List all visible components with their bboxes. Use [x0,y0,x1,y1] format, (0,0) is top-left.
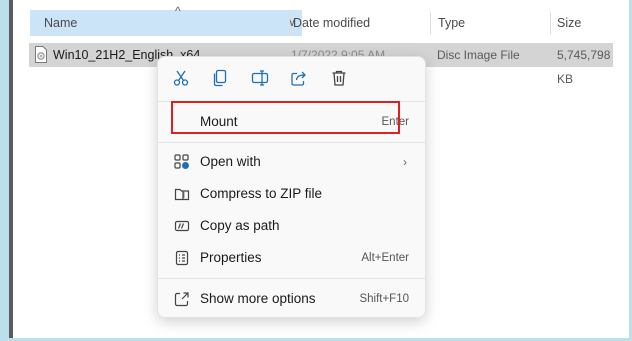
disc-image-file-icon [35,46,47,63]
menu-item-properties-shortcut: Alt+Enter [361,252,409,264]
menu-item-properties[interactable]: Properties Alt+Enter [162,243,421,273]
menu-item-copy-as-path-label: Copy as path [200,218,280,233]
copy-button[interactable] [206,65,234,93]
column-divider[interactable] [550,12,551,34]
menu-item-compress-zip-label: Compress to ZIP file [200,186,323,201]
menu-item-show-more-options[interactable]: Show more options Shift+F10 [162,284,421,314]
show-more-options-icon [174,291,190,307]
column-divider[interactable] [289,12,290,34]
menu-item-open-with[interactable]: Open with › [162,147,421,177]
zip-folder-icon [174,186,190,202]
column-divider[interactable] [430,12,431,34]
copy-path-icon [174,218,190,234]
menu-item-properties-label: Properties [200,250,262,265]
column-header-bar: ^ Name ∨ Date modified Type Size [13,0,629,46]
menu-item-compress-zip[interactable]: Compress to ZIP file [162,179,421,209]
file-type: Disc Image File [437,48,520,62]
rename-button[interactable] [246,65,274,93]
annotation-highlight-box [171,101,400,134]
window-frame-left [0,0,9,341]
sort-ascending-icon: ^ [175,4,181,18]
copy-icon [211,69,229,90]
chevron-right-icon: › [403,155,407,169]
column-header-name[interactable]: ^ Name ∨ [30,4,302,36]
column-header-name-label: Name [44,16,78,30]
trash-icon [330,69,348,90]
share-button[interactable] [285,65,313,93]
cut-button[interactable] [167,65,195,93]
menu-item-show-more-options-label: Show more options [200,291,316,306]
share-icon [290,69,308,90]
menu-item-show-more-options-shortcut: Shift+F10 [359,293,409,305]
properties-icon [174,250,190,266]
rename-icon [251,69,269,90]
column-header-type[interactable]: Type [438,10,465,36]
navigation-pane-edge [9,0,13,341]
context-menu: Mount Enter Open with › Compress to ZIP … [157,56,426,318]
menu-item-copy-as-path[interactable]: Copy as path [162,211,421,241]
open-with-icon [174,154,190,170]
menu-item-open-with-label: Open with [200,154,261,169]
menu-separator [158,278,425,279]
delete-button[interactable] [325,65,353,93]
menu-separator [158,142,425,143]
scissors-icon [172,69,190,90]
file-size: 5,745,798 KB [557,48,611,86]
column-header-date-modified[interactable]: Date modified [293,10,370,36]
column-header-size[interactable]: Size [557,10,581,36]
